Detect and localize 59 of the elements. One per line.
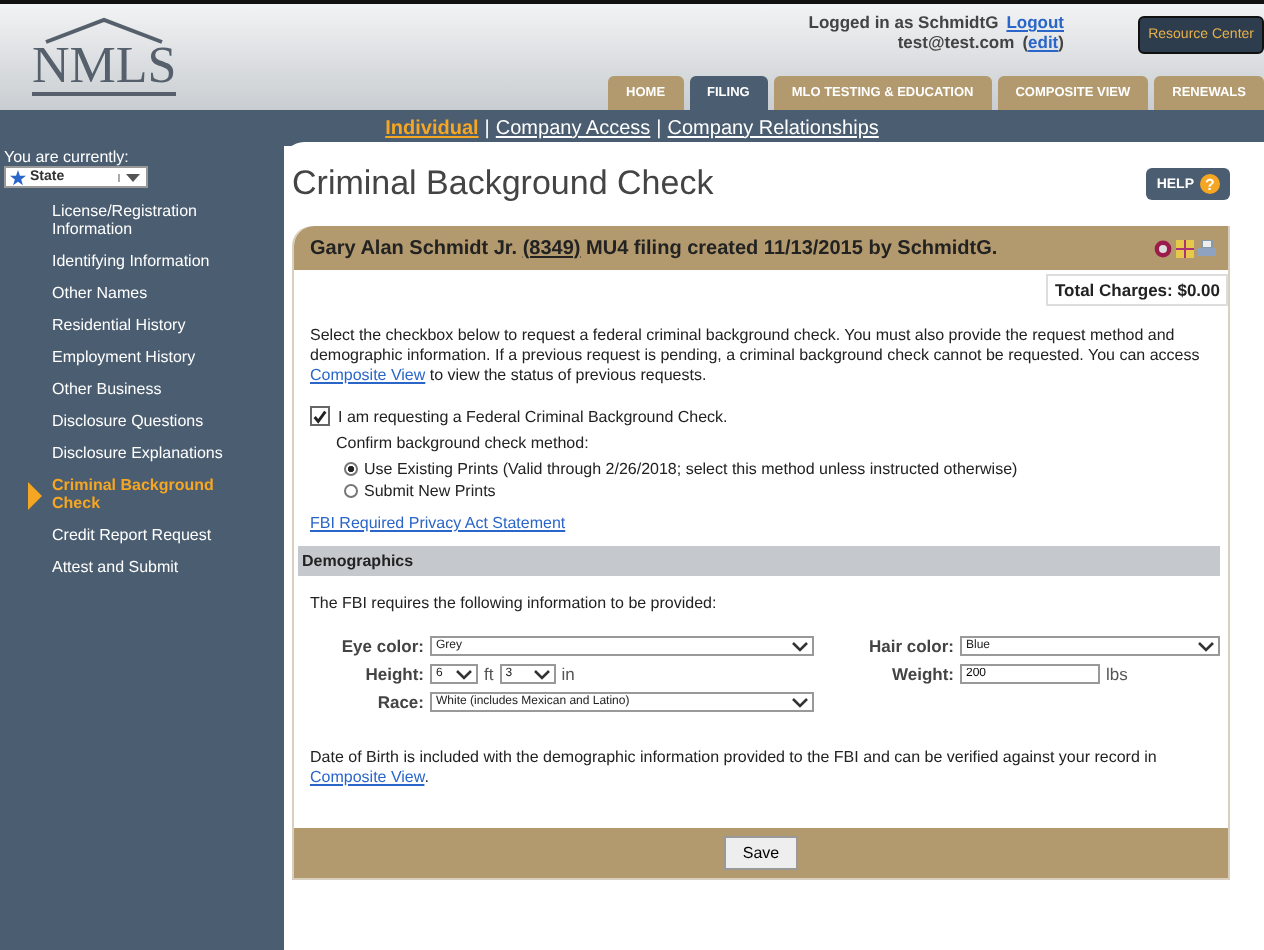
dropdown-caret-icon <box>533 669 550 679</box>
sidebar-item[interactable]: Credit Report Request <box>0 520 284 552</box>
request-label: I am requesting a Federal Criminal Background Check. <box>338 407 728 425</box>
weight-unit: lbs <box>1106 664 1128 684</box>
paren-text: ( <box>1022 32 1029 52</box>
logged-in-text: Logged in as SchmidtG <box>808 12 999 32</box>
logo-text: NMLS <box>32 40 177 96</box>
inches-unit: in <box>561 664 575 684</box>
dropdown-caret-icon <box>792 697 808 707</box>
method-option-label: Use Existing Prints (Valid through 2/26/2018; select this method unless instructed otherwise) <box>364 460 1018 478</box>
total-charges: Total Charges: $0.00 <box>1046 274 1228 306</box>
dropdown-caret-icon <box>1198 641 1214 651</box>
separator-text: | <box>656 117 662 139</box>
dropdown-caret-icon <box>792 641 808 651</box>
filing-id-link[interactable]: (8349) <box>522 237 581 259</box>
request-checkbox[interactable] <box>310 406 330 426</box>
filing-title: Gary Alan Schmidt Jr. (8349) MU4 filing created 11/13/2015 by SchmidtG. <box>310 237 998 259</box>
subnav-link[interactable]: Company Access <box>495 117 651 139</box>
logout-link[interactable]: Logout <box>1006 12 1064 32</box>
sidebar-item[interactable]: Employment History <box>0 342 284 374</box>
save-button[interactable]: Save <box>724 836 798 870</box>
sidebar-item[interactable]: Identifying Information <box>0 246 284 278</box>
method-label: Confirm background check method: <box>334 432 591 456</box>
composite-view-link[interactable]: Composite View <box>310 768 425 786</box>
requirement-text: The FBI requires the following information to be provided: <box>310 592 719 616</box>
separator-text: | <box>484 117 490 139</box>
section-heading: Demographics <box>298 546 1220 576</box>
date-of-birth-note: Date of Birth is included with the demographic information provided to the FBI and can be verified against your record in Composite View. <box>310 748 1159 788</box>
dropdown-caret-icon <box>126 173 140 181</box>
dropdown-caret-icon <box>456 669 472 679</box>
sidebar-item[interactable]: Disclosure Questions <box>0 406 284 438</box>
sidebar-item[interactable]: Disclosure Explanations <box>0 438 284 470</box>
method-option-label: Submit New Prints <box>364 482 496 500</box>
subnav-link[interactable]: Company Relationships <box>667 117 879 139</box>
privacy-statement-link[interactable]: FBI Required Privacy Act Statement <box>310 514 566 532</box>
instructions-text: Select the checkbox below to request a federal criminal background check. You must also provide the request method and demographic information. If a previous request is pending, a criminal background check cannot be requested. You can access Composite View to view the status of previous requests. <box>310 326 1202 386</box>
method-radio[interactable] <box>344 484 358 498</box>
paren-text: ) <box>1058 32 1064 52</box>
weight-label: Weight: <box>889 664 956 684</box>
grid-icon[interactable] <box>1176 239 1194 257</box>
height-label: Height: <box>363 664 426 684</box>
edit-link[interactable]: edit <box>1028 32 1059 52</box>
eye-color-label: Eye color: <box>339 636 426 656</box>
composite-view-link[interactable]: Composite View <box>310 366 426 384</box>
hair-color-label: Hair color: <box>866 636 956 656</box>
sidebar-item[interactable]: Residential History <box>0 310 284 342</box>
page-title: Criminal Background Check <box>292 164 714 204</box>
feet-unit: ft <box>484 664 494 684</box>
race-label: Race: <box>375 692 426 712</box>
sidebar-item[interactable]: Other Business <box>0 374 284 406</box>
house-roof-icon <box>42 16 167 44</box>
sidebar-item[interactable]: License/Registration Information <box>0 196 284 246</box>
pointer-icon <box>28 482 42 510</box>
star-icon <box>10 169 26 185</box>
role-caption: You are currently: <box>2 146 131 166</box>
method-radio[interactable] <box>344 462 358 476</box>
email-text: test@test.com <box>897 32 1015 52</box>
sidebar-item[interactable]: Attest and Submit <box>0 552 284 584</box>
sidebar-item[interactable]: Other Names <box>0 278 284 310</box>
